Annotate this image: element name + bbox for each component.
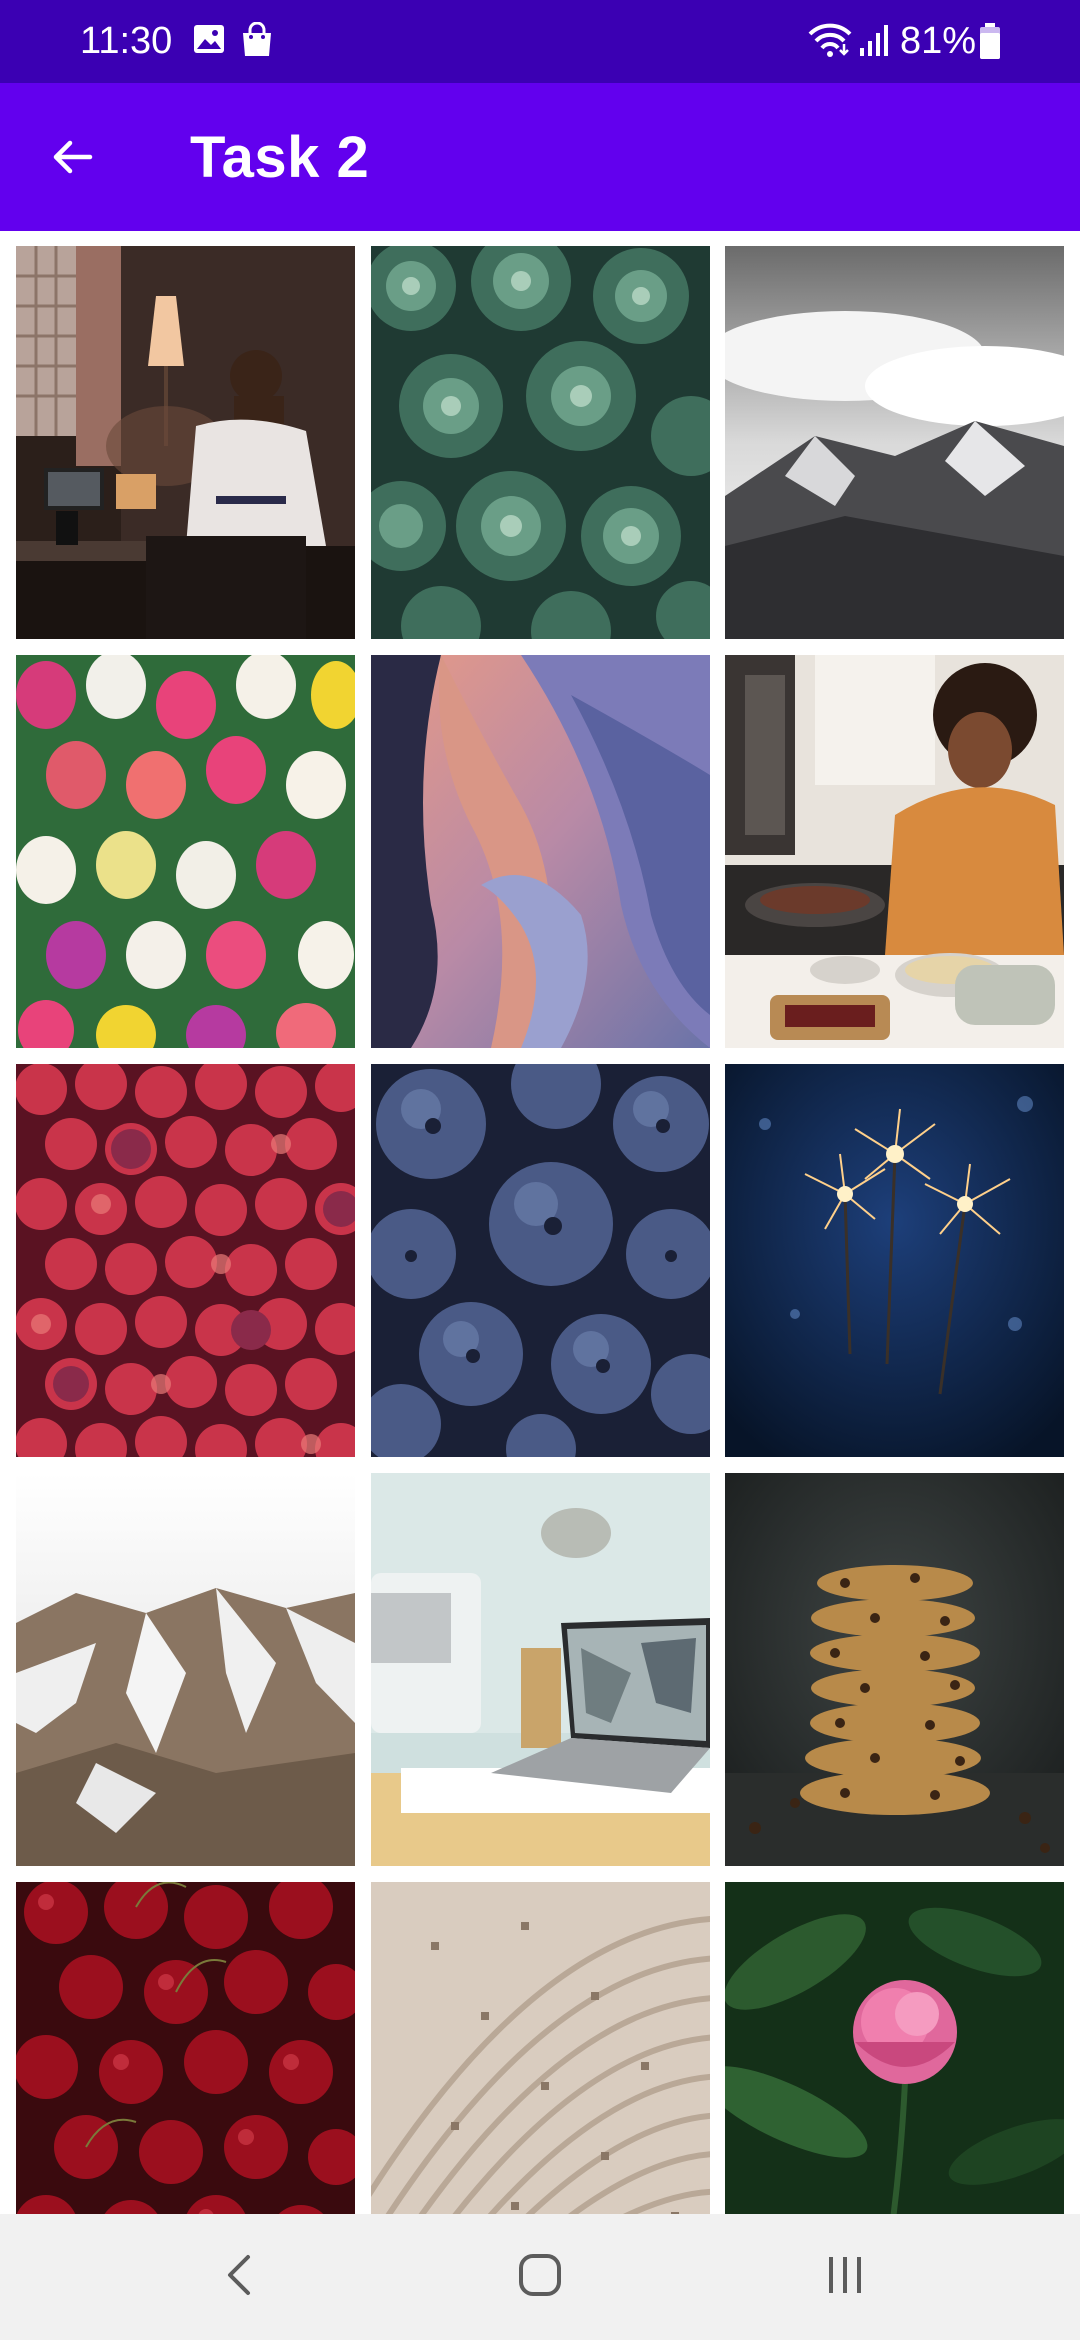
back-button[interactable]: [32, 119, 112, 199]
battery-icon: [978, 22, 1002, 65]
photo-woman-cooking[interactable]: [725, 655, 1064, 1048]
photo-wooden-pattern[interactable]: [371, 1882, 710, 2214]
photo-cookie-stack[interactable]: [725, 1473, 1064, 1866]
photo-cherries[interactable]: [16, 1882, 355, 2214]
system-back-button[interactable]: [180, 2237, 300, 2317]
navigation-bar: [0, 2214, 1080, 2340]
arrow-left-icon: [48, 133, 96, 186]
photo-man-at-desk[interactable]: [16, 246, 355, 639]
photo-sparklers[interactable]: [725, 1064, 1064, 1457]
photo-grid: [0, 231, 1080, 2214]
photo-apples[interactable]: [16, 1064, 355, 1457]
back-nav-icon: [220, 2251, 260, 2304]
app-bar: Task 2: [0, 83, 1080, 231]
photo-tulips[interactable]: [16, 655, 355, 1048]
home-icon: [516, 2251, 564, 2304]
system-recents-button[interactable]: [785, 2237, 905, 2317]
page-title: Task 2: [190, 125, 370, 190]
wifi-icon: [808, 22, 852, 63]
photo-laptop-interior[interactable]: [371, 1473, 710, 1866]
photo-succulents[interactable]: [371, 246, 710, 639]
photo-sandstone-canyon[interactable]: [371, 655, 710, 1048]
battery-percent: 81%: [900, 20, 977, 62]
gallery-icon: [192, 22, 226, 61]
recents-icon: [821, 2253, 869, 2302]
status-bar: 11:30 81%: [0, 0, 1080, 83]
signal-icon: [858, 22, 890, 63]
photo-brown-hills[interactable]: [16, 1473, 355, 1866]
photo-pink-peony[interactable]: [725, 1882, 1064, 2214]
photo-snowy-mountains[interactable]: [725, 246, 1064, 639]
shopping-bag-icon: [240, 21, 274, 63]
status-time: 11:30: [80, 20, 173, 62]
photo-blueberries[interactable]: [371, 1064, 710, 1457]
system-home-button[interactable]: [480, 2237, 600, 2317]
